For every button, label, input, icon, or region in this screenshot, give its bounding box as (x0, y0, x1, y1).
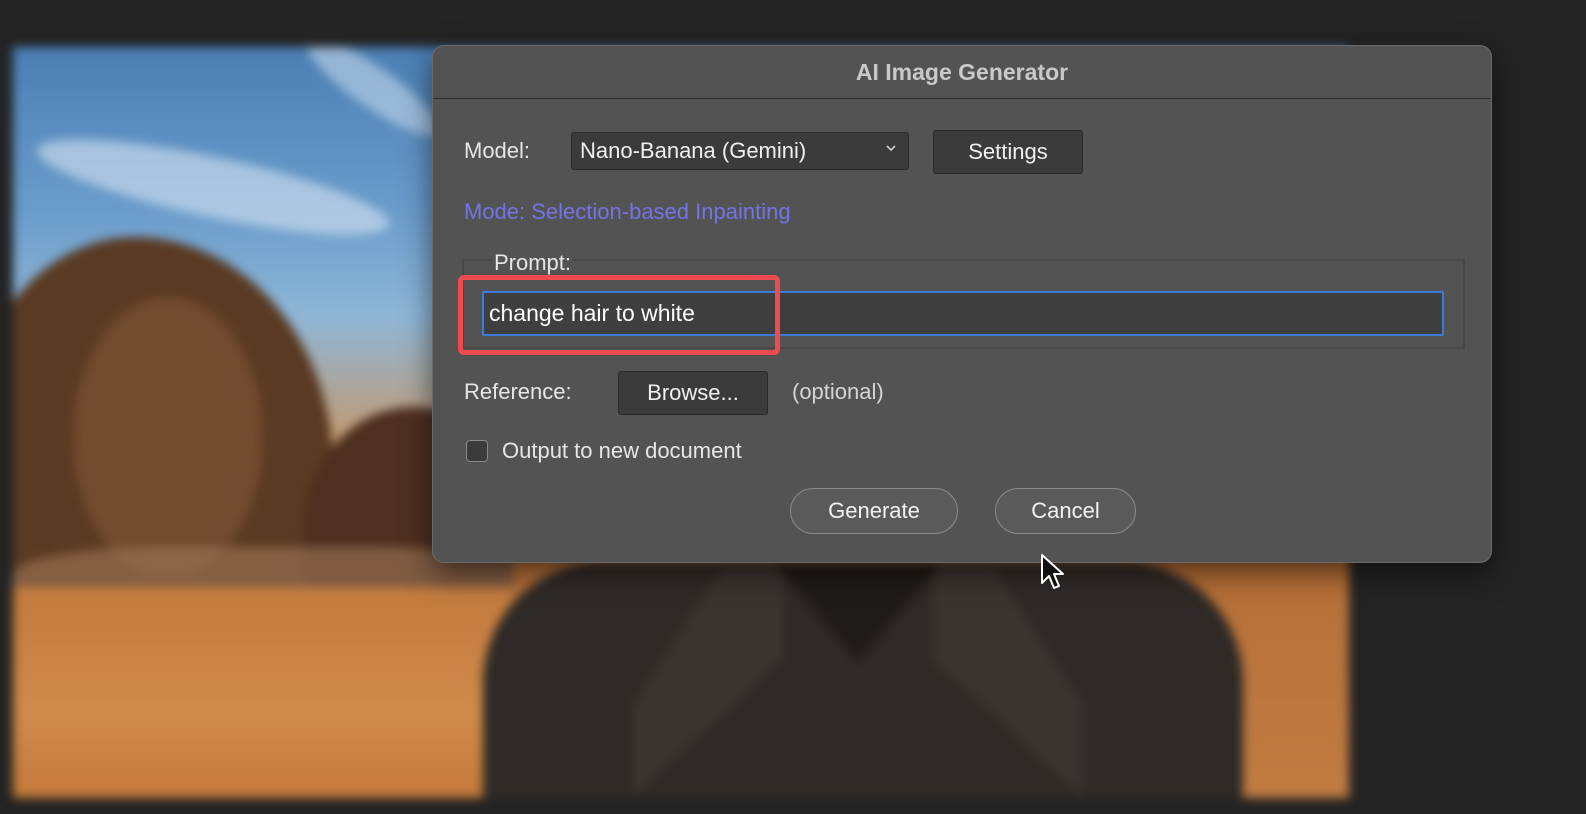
sky-cloud (30, 120, 396, 254)
model-select[interactable]: Nano-Banana (Gemini) (571, 132, 909, 170)
model-label: Model: (464, 138, 531, 163)
generate-button[interactable]: Generate (790, 488, 958, 534)
mode-indicator: Mode: Selection-based Inpainting (464, 199, 791, 224)
mouse-pointer-icon (1041, 554, 1064, 589)
model-select-value: Nano-Banana (Gemini) (580, 138, 807, 163)
output-new-document-checkbox[interactable] (466, 440, 488, 462)
dialog-titlebar[interactable]: AI Image Generator (433, 46, 1491, 99)
cancel-button[interactable]: Cancel (995, 488, 1136, 534)
reference-label: Reference: (464, 379, 572, 404)
dialog-title: AI Image Generator (855, 58, 1069, 85)
sky-cloud (295, 47, 451, 150)
output-new-document-label[interactable]: Output to new document (502, 438, 742, 464)
chevron-down-icon (886, 145, 896, 152)
browse-button[interactable]: Browse... (618, 371, 768, 415)
settings-button[interactable]: Settings (933, 130, 1083, 174)
prompt-label: Prompt: (492, 250, 574, 276)
rock-highlight (73, 297, 263, 577)
prompt-input[interactable] (482, 291, 1444, 336)
ai-image-generator-dialog: AI Image Generator Model: Nano-Banana (G… (432, 45, 1492, 563)
optional-hint: (optional) (792, 379, 884, 404)
